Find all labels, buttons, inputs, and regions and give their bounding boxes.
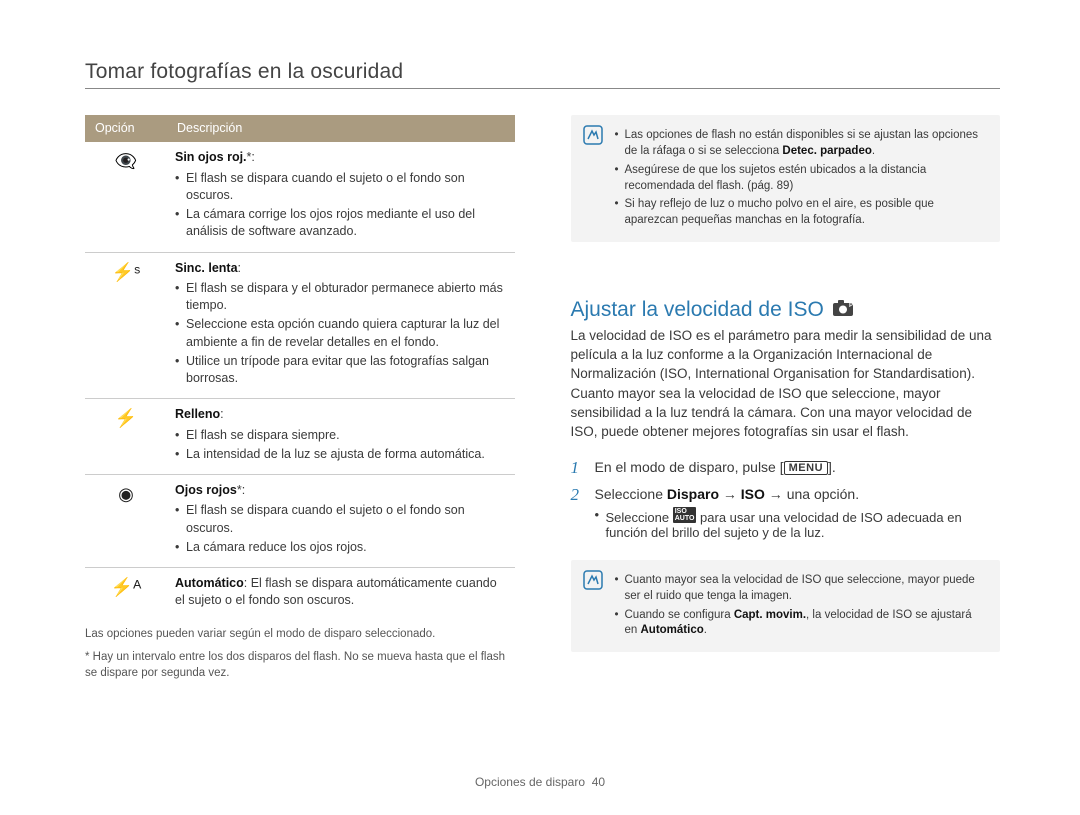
col-header-option: Opción [85,115,167,142]
note-icon [583,125,603,232]
page-title: Tomar fotografías en la oscuridad [85,60,1000,89]
fill-flash-icon: ⚡ [85,399,167,475]
list-item: El flash se dispara y el obturador perma… [175,280,507,315]
note-icon [583,570,603,642]
table-row: ⚡ˢ Sinc. lenta: El flash se dispara y el… [85,252,515,399]
table-row: ◉ Ojos rojos*: El flash se dispara cuand… [85,475,515,568]
list-item: La cámara corrige los ojos rojos mediant… [175,206,507,241]
section-body: La velocidad de ISO es el parámetro para… [571,326,1001,441]
table-row: 👁️‍🗨️ Sin ojos roj.*: El flash se dispar… [85,142,515,252]
list-item: Si hay reflejo de luz o mucho polvo en e… [615,197,987,229]
menu-button-label: MENU [784,461,828,475]
table-row: ⚡ Relleno: El flash se dispara siempre. … [85,399,515,475]
svg-text:P: P [849,303,853,309]
list-item: Cuanto mayor sea la velocidad de ISO que… [615,573,987,605]
redeye-fix-icon: 👁️‍🗨️ [85,142,167,252]
auto-flash-icon: ⚡ᴬ [85,568,167,619]
step-number: 2 [571,486,585,542]
list-item: El flash se dispara cuando el sujeto o e… [175,170,507,205]
col-header-description: Descripción [167,115,515,142]
slow-sync-icon: ⚡ˢ [85,252,167,399]
option-name: Sinc. lenta [175,261,238,275]
list-item: La cámara reduce los ojos rojos. [175,539,507,556]
section-heading: Ajustar la velocidad de ISO P [571,298,1001,322]
step-2: 2 Seleccione Disparo → ISO → una opción.… [571,486,1001,542]
option-name: Relleno [175,407,220,421]
list-item: La intensidad de la luz se ajusta de for… [175,446,507,463]
page-footer: Opciones de disparo 40 [0,775,1080,789]
iso-auto-icon: ISOAUTO [673,507,697,523]
camera-mode-icon: P [832,299,854,322]
list-item: Utilice un trípode para evitar que las f… [175,353,507,388]
note-box: Cuanto mayor sea la velocidad de ISO que… [571,560,1001,652]
list-item: Seleccione esta opción cuando quiera cap… [175,316,507,351]
flash-options-table: Opción Descripción 👁️‍🗨️ Sin ojos roj.*:… [85,115,515,619]
list-item: Cuando se configura Capt. movim., la vel… [615,608,987,640]
footnote: * Hay un intervalo entre los dos disparo… [85,650,515,681]
option-name: Sin ojos roj. [175,150,247,164]
list-item: Las opciones de flash no están disponibl… [615,128,987,160]
redeye-icon: ◉ [85,475,167,568]
list-item: Asegúrese de que los sujetos estén ubica… [615,163,987,195]
step-number: 1 [571,459,585,478]
table-row: ⚡ᴬ Automático: El flash se dispara autom… [85,568,515,619]
list-item: El flash se dispara siempre. [175,427,507,444]
option-name: Automático [175,576,244,590]
footnote: Las opciones pueden variar según el modo… [85,627,515,643]
note-box: Las opciones de flash no están disponibl… [571,115,1001,242]
option-name: Ojos rojos [175,483,237,497]
list-item: El flash se dispara cuando el sujeto o e… [175,502,507,537]
list-item: Seleccione ISOAUTO para usar una velocid… [595,507,1001,540]
step-1: 1 En el modo de disparo, pulse [MENU]. [571,459,1001,478]
